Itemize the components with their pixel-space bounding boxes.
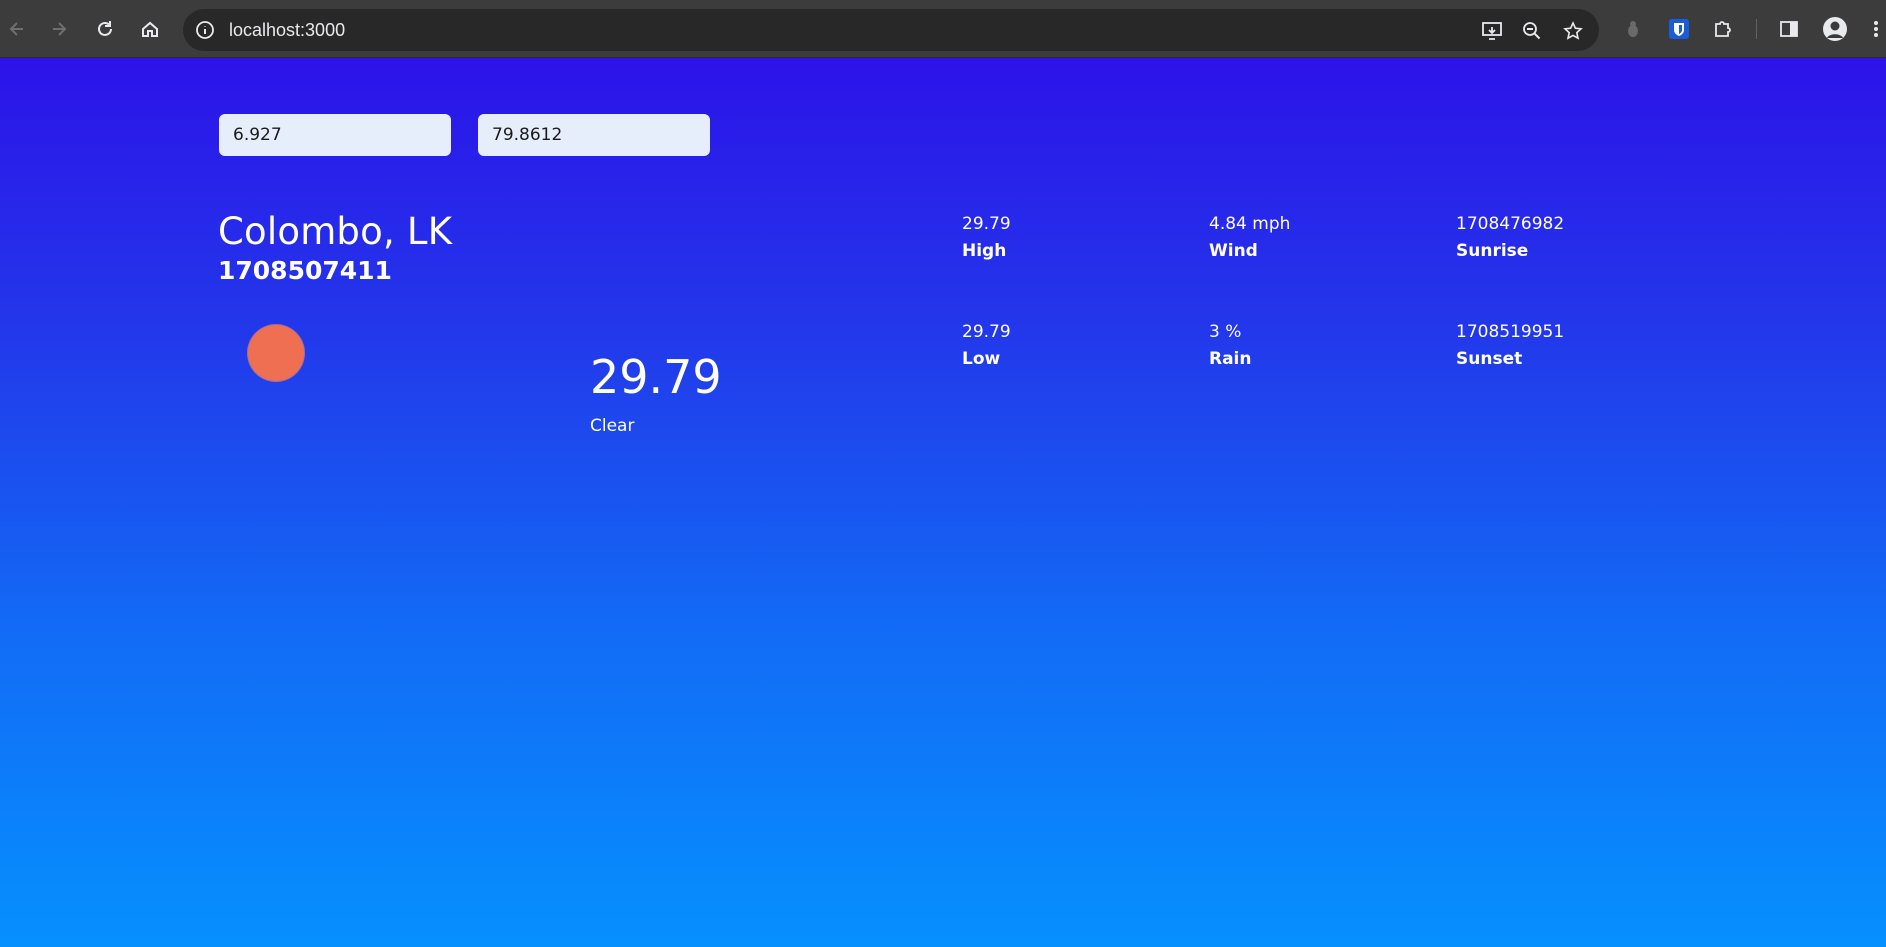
stat-sunrise: 1708476982 Sunrise <box>1456 214 1564 261</box>
stat-low: 29.79 Low <box>962 322 1011 369</box>
site-info-icon[interactable] <box>195 20 215 40</box>
profile-avatar-icon[interactable] <box>1820 14 1850 44</box>
stat-label: Sunset <box>1456 349 1523 369</box>
stat-sunset: 1708519951 Sunset <box>1456 322 1564 369</box>
stat-label: Wind <box>1209 241 1258 261</box>
reload-icon[interactable] <box>90 14 120 44</box>
install-app-icon[interactable] <box>1479 18 1505 44</box>
city-name: Colombo, LK <box>218 210 453 253</box>
menu-kebab-icon[interactable] <box>1866 14 1886 44</box>
side-panel-icon[interactable] <box>1774 14 1804 44</box>
bookmark-star-icon[interactable] <box>1560 18 1586 44</box>
toolbar-divider <box>1756 19 1757 39</box>
url-text: localhost:3000 <box>229 20 346 40</box>
stat-label: High <box>962 241 1007 261</box>
sun-icon <box>248 325 304 381</box>
bitwarden-icon[interactable] <box>1664 14 1694 44</box>
stat-label: Rain <box>1209 349 1252 369</box>
stat-label: Low <box>962 349 1001 369</box>
stat-label: Sunrise <box>1456 241 1529 261</box>
stat-rain: 3 % Rain <box>1209 322 1252 369</box>
stat-wind: 4.84 mph Wind <box>1209 214 1290 261</box>
stat-value: 29.79 <box>962 214 1011 234</box>
zoom-out-icon[interactable] <box>1519 18 1545 44</box>
latitude-input[interactable] <box>219 114 451 156</box>
stat-value: 1708519951 <box>1456 322 1565 342</box>
address-bar[interactable]: localhost:3000 <box>183 9 1599 51</box>
stat-high: 29.79 High <box>962 214 1011 261</box>
stat-value: 1708476982 <box>1456 214 1565 234</box>
longitude-input[interactable] <box>478 114 710 156</box>
weather-condition: Clear <box>590 416 635 436</box>
weather-page: Colombo, LK 1708507411 29.79 Clear 29.79… <box>0 58 1886 947</box>
datetime: 1708507411 <box>218 256 392 285</box>
home-icon[interactable] <box>135 14 165 44</box>
current-temperature: 29.79 <box>590 350 722 404</box>
stat-value: 4.84 mph <box>1209 214 1291 234</box>
stat-value: 29.79 <box>962 322 1011 342</box>
stat-value: 3 % <box>1209 322 1242 342</box>
back-icon[interactable] <box>2 14 32 44</box>
forward-icon[interactable] <box>44 14 74 44</box>
extensions-puzzle-icon[interactable] <box>1708 14 1738 44</box>
browser-toolbar: localhost:3000 <box>0 0 1886 58</box>
extension-icon[interactable] <box>1618 14 1648 44</box>
